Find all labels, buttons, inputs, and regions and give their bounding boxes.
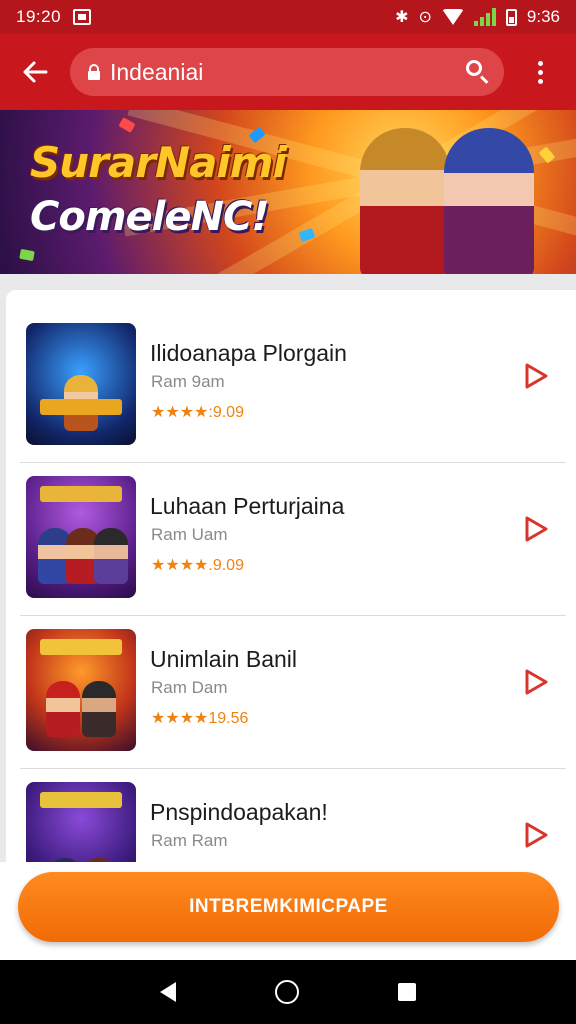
search-icon[interactable] <box>466 60 490 84</box>
more-vertical-icon <box>537 60 543 66</box>
bluetooth-icon: ✱ <box>395 9 409 26</box>
play-button[interactable] <box>516 356 556 396</box>
banner-hero-left <box>360 128 450 274</box>
status-bar: 19:20 ✱ ⊙ 9:36 <box>0 0 576 34</box>
battery-icon <box>505 8 517 26</box>
game-title: Unimlain Banil <box>150 646 298 672</box>
list-item[interactable]: Ilidoanapa Plorgain Ram 9am ★★★★:9.09 <box>20 310 566 463</box>
play-icon <box>525 363 548 389</box>
signal-icon <box>473 8 496 26</box>
banner-hero-right <box>444 128 534 274</box>
play-button[interactable] <box>516 662 556 702</box>
banner-subtitle: ComeleNC! <box>30 194 270 240</box>
game-subtitle: Ram Ram <box>151 831 228 850</box>
play-icon <box>525 669 548 695</box>
game-rating: ★★★★19.56 <box>151 710 249 727</box>
play-icon <box>525 516 548 542</box>
play-button[interactable] <box>516 509 556 549</box>
game-rating: ★★★★:9.09 <box>151 404 244 421</box>
back-button[interactable] <box>0 34 70 110</box>
play-button[interactable] <box>516 815 556 855</box>
status-battery-time: 9:36 <box>526 7 560 26</box>
list-item[interactable]: Luhaan Perturjaina Ram Uam ★★★★.9.09 <box>20 463 566 616</box>
game-subtitle: Ram 9am <box>151 372 225 391</box>
play-icon <box>525 822 548 848</box>
game-title: Ilidoanapa Plorgain <box>150 340 347 366</box>
notification-icon <box>73 9 92 25</box>
game-thumbnail <box>26 629 136 751</box>
status-time: 19:20 <box>16 7 62 26</box>
game-subtitle: Ram Uam <box>151 525 228 544</box>
search-input[interactable]: Indeaniai <box>70 48 504 96</box>
nav-recents-icon[interactable] <box>398 983 417 1001</box>
lock-icon <box>88 64 100 80</box>
nav-back-icon[interactable] <box>159 982 176 1002</box>
promo-banner[interactable]: SurarNaimi ComeleNC! <box>0 110 576 274</box>
cta-area: INTBREMKIMICPAPE <box>0 862 576 960</box>
game-thumbnail <box>26 323 136 445</box>
banner-title: SurarNaimi <box>30 138 287 187</box>
game-title: Luhaan Perturjaina <box>150 493 345 519</box>
nav-home-icon[interactable] <box>274 980 299 1004</box>
status-icons: ✱ ⊙ 9:36 <box>395 7 560 27</box>
primary-cta-button[interactable]: INTBREMKIMICPAPE <box>18 872 559 942</box>
system-nav-bar <box>0 960 576 1024</box>
game-thumbnail <box>26 476 136 598</box>
game-list-panel: Ilidoanapa Plorgain Ram 9am ★★★★:9.09 Lu… <box>6 290 576 960</box>
arrow-left-icon <box>23 61 48 83</box>
alarm-icon: ⊙ <box>418 9 432 26</box>
wifi-icon <box>441 9 464 25</box>
game-list: Ilidoanapa Plorgain Ram 9am ★★★★:9.09 Lu… <box>20 310 566 922</box>
search-query-text: Indeaniai <box>110 58 204 85</box>
game-subtitle: Ram Dam <box>151 678 228 697</box>
game-rating: ★★★★.9.09 <box>151 557 244 574</box>
app-bar: Indeaniai <box>0 34 576 110</box>
game-title: Pnspindoapakan! <box>150 799 328 825</box>
more-menu-button[interactable] <box>504 34 576 110</box>
list-item[interactable]: Unimlain Banil Ram Dam ★★★★19.56 <box>20 616 566 769</box>
